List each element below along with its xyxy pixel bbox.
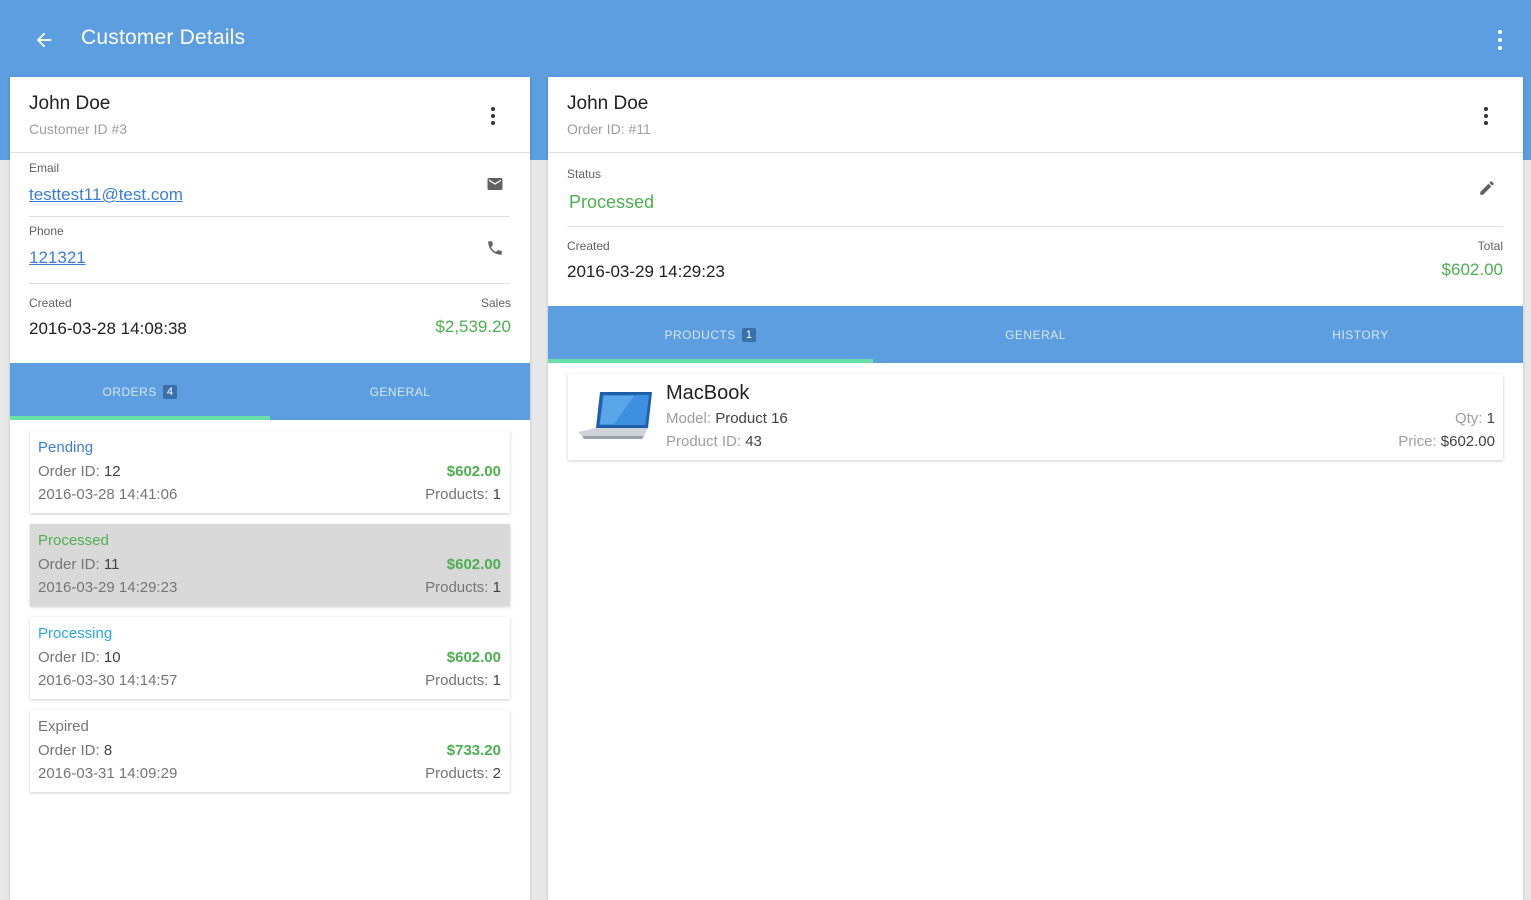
order-amount: $602.00	[446, 556, 501, 573]
phone-icon[interactable]	[486, 239, 504, 262]
sales-field: Sales $2,539.20	[435, 296, 511, 337]
products-count-badge: 1	[741, 327, 757, 342]
order-amount: $602.00	[446, 463, 501, 480]
tab-orders[interactable]: ORDERS 4	[10, 363, 270, 420]
divider	[567, 226, 1503, 227]
product-name: MacBook	[666, 382, 750, 404]
customer-name: John Doe	[29, 93, 111, 114]
order-products: Products: 2	[425, 765, 501, 782]
order-date: 2016-03-30 14:14:57	[38, 672, 178, 689]
laptop-thumbnail-icon	[574, 388, 656, 446]
order-products: Products: 1	[425, 579, 501, 596]
phone-link[interactable]: 121321	[29, 248, 86, 268]
order-id: Order ID: 12	[38, 463, 121, 480]
customer-menu-icon[interactable]	[483, 103, 503, 129]
total-value: $602.00	[1441, 260, 1503, 279]
phone-field: Phone 121321	[29, 224, 86, 268]
order-date: 2016-03-28 14:41:06	[38, 486, 178, 503]
status-value: Processed	[569, 192, 655, 212]
order-id: Order ID: 8	[38, 742, 113, 759]
created-value: 2016-03-29 14:29:23	[567, 262, 725, 281]
order-header: John Doe Order ID: #11	[548, 77, 1523, 153]
order-id-title: Order ID: #11	[567, 121, 651, 137]
order-panel: John Doe Order ID: #11 Status Processed …	[548, 77, 1523, 900]
status-field: Status Processed	[567, 167, 654, 213]
customer-id: Customer ID #3	[29, 121, 128, 137]
tab-history[interactable]: HISTORY	[1198, 306, 1523, 363]
email-label: Email	[29, 161, 60, 175]
divider	[29, 216, 510, 217]
customer-panel: John Doe Customer ID #3 Email testtest11…	[10, 77, 530, 900]
order-date: 2016-03-29 14:29:23	[38, 579, 178, 596]
order-status: Processing	[38, 625, 113, 642]
customer-tabs: ORDERS 4 GENERAL	[10, 363, 530, 420]
order-id: Order ID: 10	[38, 649, 121, 666]
tab-label: GENERAL	[1005, 327, 1066, 342]
order-products: Products: 1	[425, 486, 501, 503]
order-status: Processed	[38, 532, 109, 549]
order-amount: $733.20	[446, 742, 501, 759]
order-item[interactable]: Processing Order ID: 10 2016-03-30 14:14…	[30, 617, 510, 699]
edit-pencil-icon[interactable]	[1478, 179, 1496, 202]
order-id: Order ID: 11	[38, 556, 120, 573]
created-value: 2016-03-28 14:08:38	[29, 319, 187, 338]
tab-products[interactable]: PRODUCTS 1	[548, 306, 873, 363]
product-qty: Qty: 1	[1454, 410, 1495, 427]
tab-general[interactable]: GENERAL	[270, 363, 530, 420]
tab-label: ORDERS	[102, 384, 157, 399]
customer-header: John Doe Customer ID #3	[10, 77, 530, 153]
tab-label: HISTORY	[1332, 327, 1389, 342]
order-menu-icon[interactable]	[1476, 103, 1496, 129]
sales-label: Sales	[480, 296, 511, 310]
created-field: Created 2016-03-28 14:08:38	[29, 296, 187, 339]
total-label: Total	[1477, 239, 1503, 253]
email-link[interactable]: testtest11@test.com	[29, 185, 183, 205]
sales-value: $2,539.20	[435, 317, 511, 336]
order-item[interactable]: Pending Order ID: 12 2016-03-28 14:41:06…	[30, 431, 510, 513]
order-status: Pending	[38, 439, 94, 456]
tab-label: GENERAL	[369, 384, 431, 399]
back-arrow-icon[interactable]	[28, 24, 60, 56]
orders-count-badge: 4	[162, 384, 178, 399]
tab-label: PRODUCTS	[664, 327, 736, 342]
order-date: 2016-03-31 14:09:29	[38, 765, 178, 782]
order-item-selected[interactable]: Processed Order ID: 11 2016-03-29 14:29:…	[30, 524, 510, 606]
status-label: Status	[567, 167, 602, 181]
product-item[interactable]: MacBook Model: Product 16 Product ID: 43…	[568, 374, 1503, 460]
created-label: Created	[29, 296, 72, 310]
phone-label: Phone	[29, 224, 64, 238]
product-price: Price: $602.00	[1398, 433, 1495, 450]
order-products: Products: 1	[425, 672, 501, 689]
created-label: Created	[567, 239, 610, 253]
product-model: Model: Product 16	[666, 410, 788, 427]
order-item[interactable]: Expired Order ID: 8 2016-03-31 14:09:29 …	[30, 710, 510, 792]
order-customer-name: John Doe	[567, 93, 649, 114]
tab-general[interactable]: GENERAL	[873, 306, 1198, 363]
divider	[29, 283, 510, 284]
total-field: Total $602.00	[1442, 239, 1503, 280]
product-id: Product ID: 43	[666, 433, 762, 450]
page-title: Customer Details	[81, 26, 246, 49]
email-field: Email testtest11@test.com	[29, 161, 183, 205]
order-amount: $602.00	[446, 649, 501, 666]
app-overflow-menu-icon[interactable]	[1487, 24, 1513, 56]
email-icon[interactable]	[486, 175, 504, 198]
order-status: Expired	[38, 718, 89, 735]
order-tabs: PRODUCTS 1 GENERAL HISTORY	[548, 306, 1523, 363]
order-created-field: Created 2016-03-29 14:29:23	[567, 239, 725, 282]
